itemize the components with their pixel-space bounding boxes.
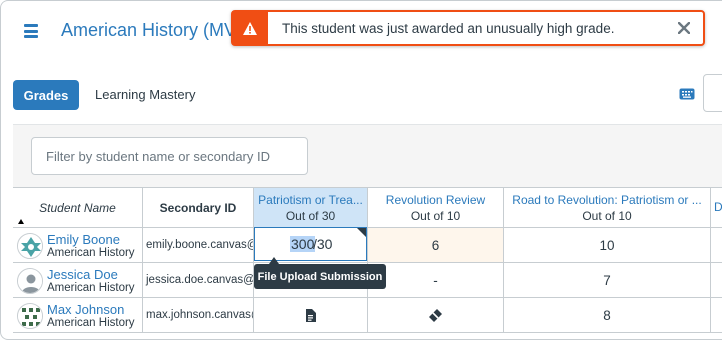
document-icon <box>306 308 316 322</box>
column-header-student-name[interactable]: Student Name <box>13 188 143 228</box>
grade-cell[interactable]: - <box>368 263 504 298</box>
grade-detail-tray-icon[interactable] <box>357 228 366 237</box>
student-name-link[interactable]: Max Johnson <box>47 302 124 317</box>
grade-input-value[interactable]: 300 <box>290 236 316 252</box>
grade-cell[interactable]: 8 <box>504 298 711 333</box>
high-grade-alert: This student was just awarded an unusual… <box>231 10 705 46</box>
eraser-icon <box>429 308 442 322</box>
column-header-patriotism[interactable]: Patriotism or Trea... Out of 30 <box>254 188 368 228</box>
secondary-id-cell[interactable]: jessica.doe.canvas@g <box>143 263 254 298</box>
column-header-road-to-revolution[interactable]: Road to Revolution: Patriotism or ... Ou… <box>504 188 711 228</box>
close-icon[interactable] <box>669 13 699 43</box>
student-filter-input[interactable] <box>31 137 308 175</box>
grade-cell[interactable] <box>711 263 722 298</box>
keyboard-icon[interactable] <box>679 87 695 105</box>
grade-cell[interactable]: 7 <box>504 263 711 298</box>
assignment-points: Out of 30 <box>285 208 336 223</box>
secondary-id-cell[interactable]: emily.boone.canvas@ <box>143 228 254 263</box>
grade-cell[interactable] <box>711 228 722 263</box>
submission-type-tooltip: File Upload Submission <box>254 264 386 289</box>
grade-cell[interactable]: 10 <box>504 228 711 263</box>
assignment-points: Out of 10 <box>582 208 632 223</box>
grade-cell[interactable] <box>254 298 368 333</box>
course-title[interactable]: American History (MV <box>61 20 236 41</box>
tooltip-arrow <box>269 257 279 264</box>
table-row-student-cell: Jessica Doe American History <box>13 263 143 298</box>
column-header-revolution-review[interactable]: Revolution Review Out of 10 <box>368 188 504 228</box>
assignment-title[interactable]: Revolution Review <box>386 193 485 207</box>
warning-icon <box>232 11 268 45</box>
student-section: American History <box>47 247 135 259</box>
assignment-title[interactable]: Patriotism or Trea... <box>258 193 363 207</box>
grade-cell[interactable]: 6 <box>368 228 504 263</box>
table-row-student-cell: Max Johnson American History <box>13 298 143 333</box>
student-name-link[interactable]: Jessica Doe <box>47 267 118 282</box>
table-row-student-cell: Emily Boone American History <box>13 228 143 263</box>
avatar[interactable] <box>17 233 43 259</box>
column-header-next[interactable]: D <box>711 188 722 228</box>
view-options-button[interactable] <box>703 74 722 112</box>
assignment-title[interactable]: D <box>714 200 722 214</box>
avatar[interactable] <box>17 268 43 294</box>
grade-cell[interactable] <box>711 298 722 333</box>
secondary-id-cell[interactable]: max.johnson.canvas@ <box>143 298 254 333</box>
assignment-title[interactable]: Road to Revolution: Patriotism or ... <box>512 193 701 207</box>
sort-ascending-icon[interactable] <box>18 219 24 224</box>
grade-edit-cell[interactable]: 300 /30 <box>254 227 367 261</box>
student-name-link[interactable]: Emily Boone <box>47 232 120 247</box>
assignment-points: Out of 10 <box>410 208 461 223</box>
hamburger-icon[interactable] <box>24 24 38 38</box>
alert-message: This student was just awarded an unusual… <box>282 20 615 36</box>
tab-grades[interactable]: Grades <box>13 80 79 110</box>
secondary-id-header-label: Secondary ID <box>159 200 237 215</box>
avatar[interactable] <box>17 303 43 329</box>
grade-cell[interactable] <box>368 298 504 333</box>
grade-out-of: /30 <box>313 236 333 252</box>
student-section: American History <box>47 282 135 294</box>
student-section: American History <box>47 317 135 329</box>
student-name-header-label: Student Name <box>39 200 116 215</box>
tab-learning-mastery[interactable]: Learning Mastery <box>95 87 195 102</box>
column-header-secondary-id[interactable]: Secondary ID <box>143 188 254 228</box>
